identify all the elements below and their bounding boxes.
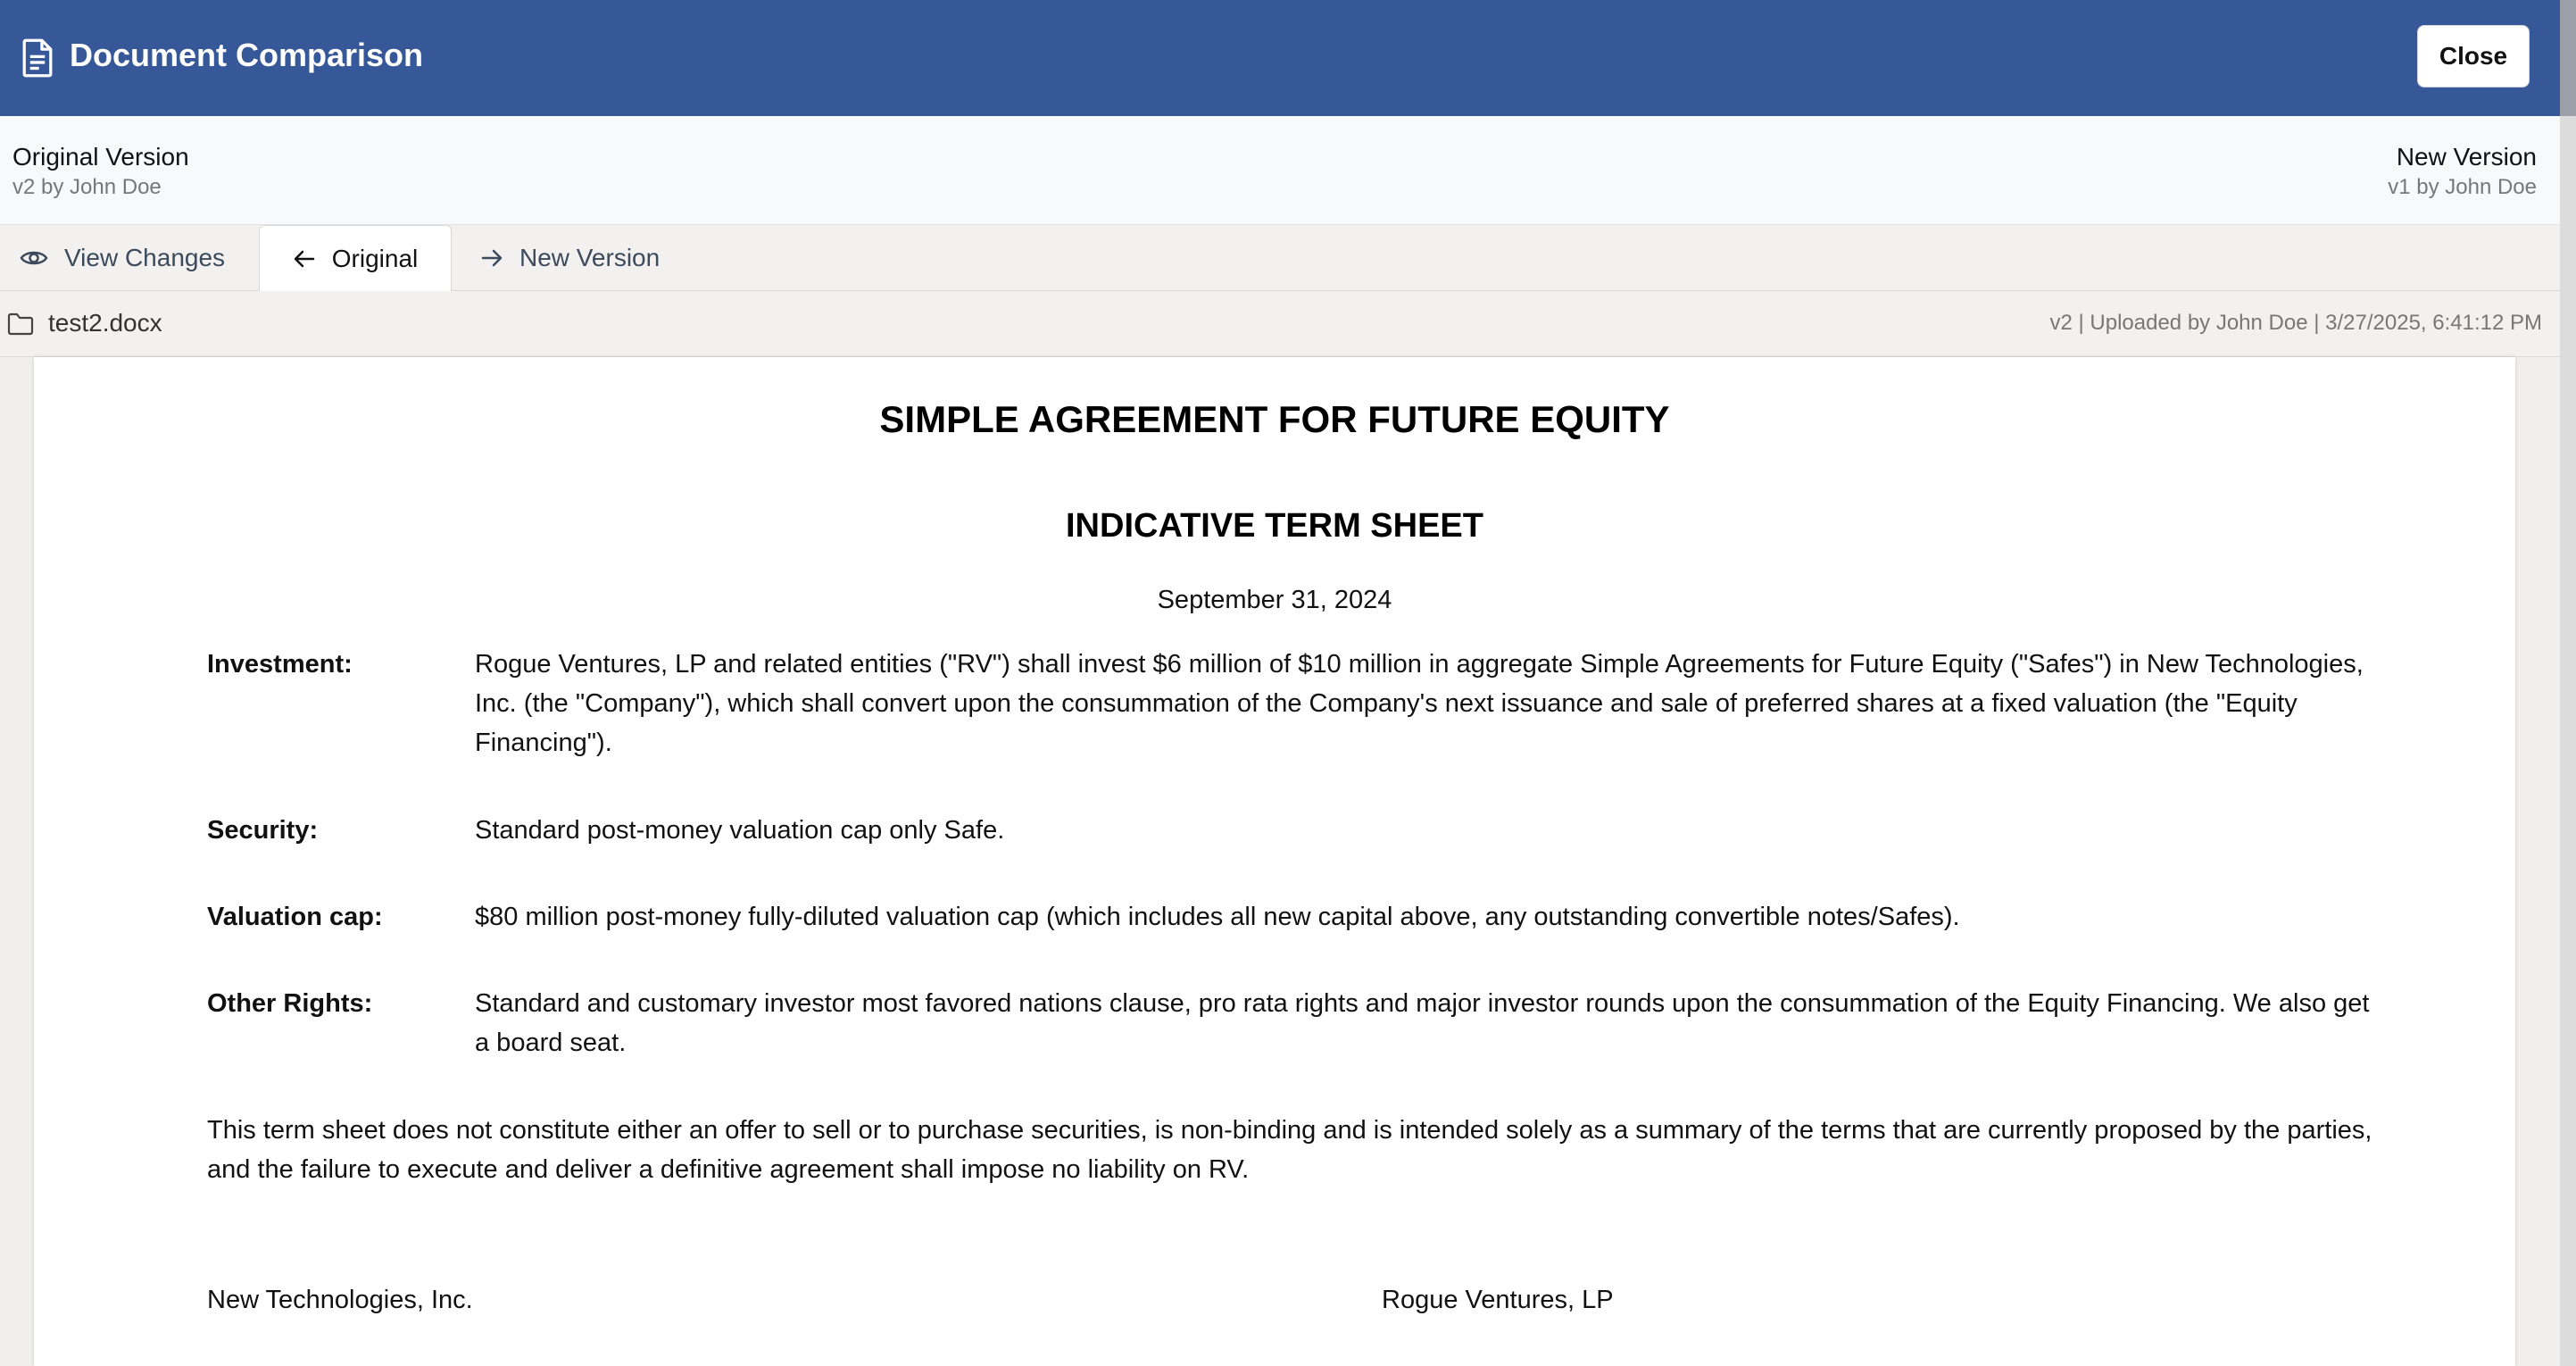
view-tabs: View Changes Original New Version xyxy=(0,225,2560,292)
new-version-meta: v1 by John Doe xyxy=(2388,175,2537,199)
tab-new-version-label: New Version xyxy=(519,244,661,271)
document-page: SIMPLE AGREEMENT FOR FUTURE EQUITY INDIC… xyxy=(34,357,2515,1366)
close-button[interactable]: Close xyxy=(2417,25,2530,87)
arrow-right-icon xyxy=(481,249,503,267)
term-text: Rogue Ventures, LP and related entities … xyxy=(475,650,2364,757)
tab-new-version[interactable]: New Version xyxy=(480,225,660,291)
term-text: Standard post-money valuation cap only S… xyxy=(475,816,1005,845)
new-version-info: New Version v1 by John Doe xyxy=(2388,141,2537,202)
signatory-company: New Technologies, Inc. xyxy=(207,1286,473,1314)
version-info-bar: Original Version v2 by John Doe New Vers… xyxy=(0,116,2560,225)
document-subtitle: INDICATIVE TERM SHEET xyxy=(1066,507,1483,545)
modal-header: Document Comparison Close xyxy=(0,0,2560,116)
file-meta: v2 | Uploaded by John Doe | 3/27/2025, 6… xyxy=(2049,311,2542,335)
page-scrollbar[interactable] xyxy=(2560,0,2576,1366)
tab-view-changes-label: View Changes xyxy=(64,244,226,271)
document-title: SIMPLE AGREEMENT FOR FUTURE EQUITY xyxy=(879,398,1670,440)
term-text: $80 million post-money fully-diluted val… xyxy=(475,903,1960,931)
term-label: Other Rights: xyxy=(207,989,373,1018)
term-label: Valuation cap: xyxy=(207,903,383,931)
tab-original[interactable]: Original xyxy=(259,225,452,292)
original-version-info: Original Version v2 by John Doe xyxy=(12,141,189,202)
folder-icon xyxy=(7,312,34,336)
signatory-investor: Rogue Ventures, LP xyxy=(1382,1286,1614,1314)
document-icon xyxy=(22,38,53,78)
tab-original-label: Original xyxy=(331,245,419,272)
arrow-left-icon xyxy=(294,250,314,268)
new-version-label: New Version xyxy=(2396,143,2537,171)
original-version-meta: v2 by John Doe xyxy=(12,175,162,199)
disclaimer-paragraph: This term sheet does not constitute eith… xyxy=(207,1116,2372,1184)
original-version-label: Original Version xyxy=(12,143,189,171)
file-info-bar: test2.docx v2 | Uploaded by John Doe | 3… xyxy=(0,291,2560,357)
scrollbar-track-top xyxy=(2560,0,2576,116)
term-label: Security: xyxy=(207,816,319,845)
modal-title: Document Comparison xyxy=(70,37,424,73)
document-viewer[interactable]: SIMPLE AGREEMENT FOR FUTURE EQUITY INDIC… xyxy=(0,357,2560,1366)
eye-icon xyxy=(20,251,48,265)
tab-view-changes[interactable]: View Changes xyxy=(20,225,225,291)
document-comparison-modal: Document Comparison Close Original Versi… xyxy=(0,0,2560,1366)
file-name: test2.docx xyxy=(48,309,162,337)
term-text: Standard and customary investor most fav… xyxy=(475,989,2370,1057)
term-label: Investment: xyxy=(207,650,353,679)
document-date: September 31, 2024 xyxy=(1157,586,1392,614)
